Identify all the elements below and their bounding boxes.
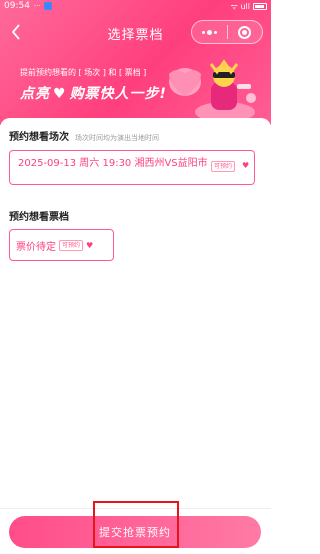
status-right: ᯤ ull [231,1,267,12]
highlight-annotation-box [93,501,179,548]
banner-slogan-left: 点亮 [20,86,50,102]
session-section-title: 预约想看场次 场次时间均为演出当地时间 [9,128,159,143]
session-bookable-tag: 可预约 [211,161,236,172]
price-option-text: 票价待定 [16,241,56,253]
price-heart-icon: ♥ [86,240,94,250]
more-dots-icon [202,29,217,35]
status-indicators: ··· [33,2,41,10]
price-option-card[interactable]: 票价待定 可预约 ♥ [9,229,114,261]
mascot-illustration [169,59,256,122]
price-bookable-tag: 可预约 [59,239,84,251]
session-subtitle: 场次时间均为演出当地时间 [75,134,159,142]
banner-subtitle: 提前预约想看的 [ 场次 ] 和 [ 票档 ] [20,68,147,77]
session-title-text: 预约想看场次 [9,132,69,143]
close-mini-program-button[interactable] [228,21,262,43]
status-time: 09:54 [4,1,30,11]
navigation-bar: 选择票档 [0,14,271,50]
signal-icon: ᯤ ull [230,1,250,11]
banner-slogan-right: 购票快人一步! [69,86,167,102]
session-option-card[interactable]: 2025-09-13 周六 19:30 湘西州VS益阳市 可预约 ♥ [9,150,255,185]
banner-slogan: 点亮 ♥ 购票快人一步! [20,83,167,103]
more-menu-button[interactable] [192,21,227,43]
mini-program-capsule [191,20,263,44]
session-heart-icon: ♥ [242,161,250,170]
app-notification-icon [43,2,52,10]
battery-icon [253,2,267,10]
status-bar: 09:54 ··· ᯤ ull [0,0,271,12]
price-section-title: 预约想看票档 [9,212,69,223]
close-target-icon [238,25,252,39]
session-option-text: 2025-09-13 周六 19:30 湘西州VS益阳市 [18,158,208,169]
banner-heart-icon: ♥ [53,86,67,102]
